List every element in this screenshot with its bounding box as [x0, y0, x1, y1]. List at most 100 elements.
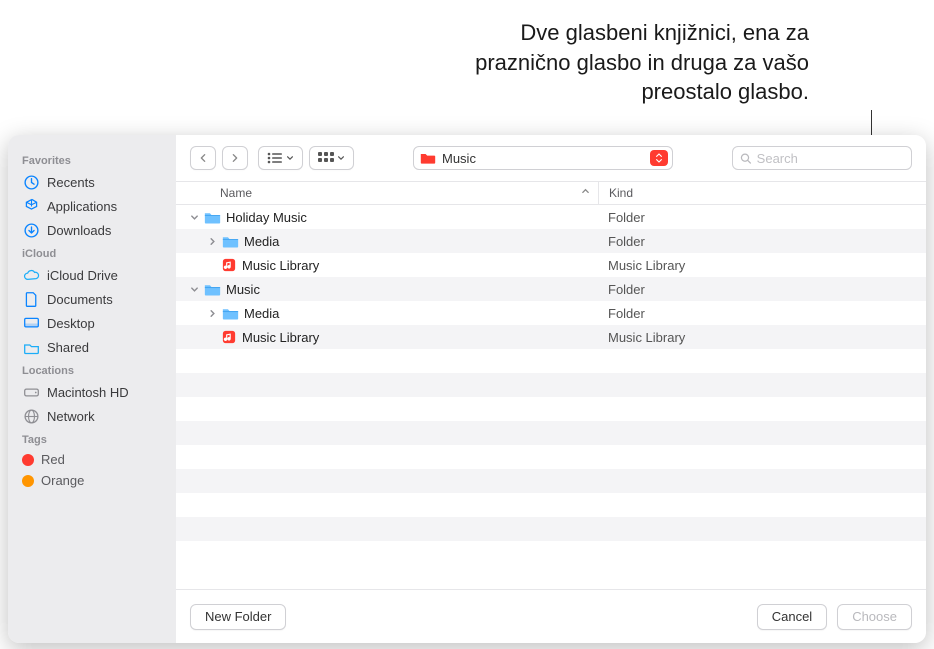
empty-row	[176, 349, 926, 373]
file-kind-cell: Music Library	[598, 258, 926, 273]
clock-icon	[22, 173, 40, 191]
folder-icon	[221, 305, 239, 321]
folder-icon	[203, 281, 221, 297]
tag-item-red[interactable]: Red	[16, 449, 168, 470]
list-view-button[interactable]	[258, 146, 303, 170]
disclosure-triangle-icon[interactable]	[188, 285, 200, 294]
apps-icon	[22, 197, 40, 215]
file-name-label: Music Library	[242, 330, 319, 345]
nav-group	[190, 146, 248, 170]
file-name-label: Music	[226, 282, 260, 297]
file-name-cell: Media	[176, 305, 598, 321]
file-list[interactable]: Holiday MusicFolderMediaFolderMusic Libr…	[176, 205, 926, 589]
cloud-icon	[22, 266, 40, 284]
empty-row	[176, 517, 926, 541]
file-row[interactable]: Holiday Music Folder	[176, 205, 926, 229]
disk-icon	[22, 383, 40, 401]
toolbar: Music	[176, 135, 926, 181]
disclosure-triangle-icon[interactable]	[206, 237, 218, 246]
search-field[interactable]	[732, 146, 912, 170]
chevron-right-icon	[230, 153, 240, 163]
path-stepper[interactable]	[650, 150, 668, 166]
chevron-down-icon	[286, 154, 294, 162]
sidebar-section-header: iCloud	[16, 242, 168, 263]
file-kind-cell: Folder	[598, 306, 926, 321]
sidebar-section-header: Tags	[16, 428, 168, 449]
file-row[interactable]: Media Folder	[176, 301, 926, 325]
path-control[interactable]: Music	[413, 146, 673, 170]
file-name-cell: Music Library	[176, 257, 598, 273]
file-name-cell: Music Library	[176, 329, 598, 345]
file-kind-cell: Folder	[598, 282, 926, 297]
sidebar: Favorites Recents Applications Downloads iCl…	[8, 135, 176, 643]
sidebar-item-downloads[interactable]: Downloads	[16, 218, 168, 242]
column-name[interactable]: Name	[176, 186, 598, 200]
download-icon	[22, 221, 40, 239]
back-button[interactable]	[190, 146, 216, 170]
cancel-button[interactable]: Cancel	[757, 604, 827, 630]
folder-icon	[420, 151, 436, 165]
empty-row	[176, 541, 926, 565]
music-library-icon	[221, 329, 237, 345]
tag-item-orange[interactable]: Orange	[16, 470, 168, 491]
disclosure-triangle-icon[interactable]	[206, 309, 218, 318]
sidebar-item-shared[interactable]: Shared	[16, 335, 168, 359]
sidebar-section-header: Favorites	[16, 149, 168, 170]
sidebar-item-recents[interactable]: Recents	[16, 170, 168, 194]
empty-row	[176, 493, 926, 517]
sidebar-item-network[interactable]: Network	[16, 404, 168, 428]
sidebar-item-desktop[interactable]: Desktop	[16, 311, 168, 335]
choose-button[interactable]: Choose	[837, 604, 912, 630]
tag-dot-icon	[22, 454, 34, 466]
column-header: Name Kind	[176, 181, 926, 205]
sidebar-item-icloud-drive[interactable]: iCloud Drive	[16, 263, 168, 287]
path-label: Music	[442, 151, 476, 166]
file-kind-cell: Folder	[598, 234, 926, 249]
new-folder-button[interactable]: New Folder	[190, 604, 286, 630]
file-name-cell: Holiday Music	[176, 209, 598, 225]
column-name-label: Name	[220, 186, 252, 200]
annotation-text: Dve glasbeni knjižnici, ena za praznično…	[449, 18, 809, 107]
empty-row	[176, 373, 926, 397]
sidebar-item-applications[interactable]: Applications	[16, 194, 168, 218]
sidebar-item-documents[interactable]: Documents	[16, 287, 168, 311]
sidebar-item-label: Desktop	[47, 316, 95, 331]
group-button[interactable]	[309, 146, 354, 170]
sidebar-item-label: Network	[47, 409, 95, 424]
list-icon	[267, 152, 283, 164]
tag-label: Orange	[41, 473, 84, 488]
file-name-cell: Media	[176, 233, 598, 249]
file-row[interactable]: Music Library Music Library	[176, 325, 926, 349]
file-row[interactable]: Media Folder	[176, 229, 926, 253]
tag-dot-icon	[22, 475, 34, 487]
sidebar-item-label: Recents	[47, 175, 95, 190]
folder-icon	[203, 209, 221, 225]
sidebar-item-label: Macintosh HD	[47, 385, 129, 400]
file-kind-cell: Music Library	[598, 330, 926, 345]
file-name-label: Holiday Music	[226, 210, 307, 225]
column-kind[interactable]: Kind	[598, 182, 926, 204]
doc-icon	[22, 290, 40, 308]
file-row[interactable]: Music Folder	[176, 277, 926, 301]
search-input[interactable]	[757, 151, 904, 166]
empty-row	[176, 469, 926, 493]
group-icon	[318, 152, 334, 164]
file-row[interactable]: Music LibraryMusic Library	[176, 253, 926, 277]
file-name-cell: Music	[176, 281, 598, 297]
disclosure-triangle-icon[interactable]	[188, 213, 200, 222]
music-library-icon	[221, 257, 237, 273]
shared-icon	[22, 338, 40, 356]
open-dialog-window: Favorites Recents Applications Downloads iCl…	[8, 135, 926, 643]
globe-icon	[22, 407, 40, 425]
sidebar-item-macintosh-hd[interactable]: Macintosh HD	[16, 380, 168, 404]
column-kind-label: Kind	[609, 186, 633, 200]
file-name-label: Media	[244, 306, 279, 321]
folder-icon	[221, 233, 239, 249]
desktop-icon	[22, 314, 40, 332]
forward-button[interactable]	[222, 146, 248, 170]
empty-row	[176, 445, 926, 469]
empty-row	[176, 421, 926, 445]
file-name-label: Media	[244, 234, 279, 249]
sidebar-item-label: Downloads	[47, 223, 111, 238]
file-kind-cell: Folder	[598, 210, 926, 225]
